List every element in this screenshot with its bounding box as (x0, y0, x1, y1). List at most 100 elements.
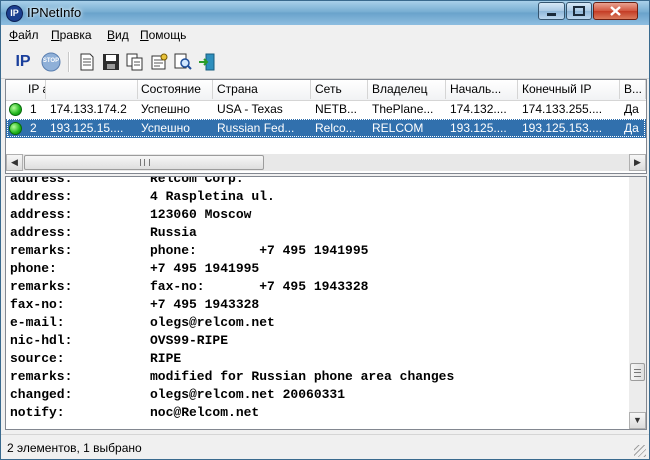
whois-line: source: RIPE (10, 350, 622, 368)
whois-value: noc@Relcom.net (150, 405, 260, 420)
copy-icon (126, 53, 143, 71)
whois-value: +7 495 1941995 (150, 261, 260, 276)
new-lookup-button[interactable] (77, 52, 97, 72)
lookup-ip-button[interactable]: IP (13, 52, 33, 72)
whois-key: notify: (10, 405, 65, 420)
app-window: IP IPNetInfo Файл Правка Вид Помощь IP S… (0, 0, 650, 460)
cell-status: Успешно (141, 102, 190, 116)
find-icon (174, 53, 192, 70)
title-bar[interactable]: IP IPNetInfo (1, 1, 649, 25)
cell-owner: ThePlane... (372, 102, 434, 116)
minimize-icon (547, 13, 556, 16)
whois-key: address: (10, 225, 73, 240)
row-index: 1 (30, 102, 37, 116)
whois-text-pane[interactable]: address: Relcom Corp. address: 4 Raspletina… (5, 176, 647, 430)
results-list[interactable]: IP адрес Состояние Страна Сеть Владелец … (5, 79, 647, 174)
column-header-start-ip[interactable]: Началь... (446, 80, 518, 99)
whois-lines: address: Relcom Corp. address: 4 Raspletina… (10, 176, 622, 422)
whois-line: notify: noc@Relcom.net (10, 404, 622, 422)
column-header-owner[interactable]: Владелец (368, 80, 446, 99)
menu-edit[interactable]: Правка (51, 28, 92, 42)
whois-key: remarks: (10, 279, 73, 294)
column-header-ip-ext (46, 80, 136, 99)
whois-key: remarks: (10, 243, 73, 258)
maximize-icon (573, 6, 585, 16)
exit-button[interactable] (197, 52, 217, 72)
toolbar: IP STOP (1, 46, 649, 79)
whois-key: phone: (10, 261, 57, 276)
menu-help[interactable]: Помощь (140, 28, 186, 42)
list-header: IP адрес Состояние Страна Сеть Владелец … (6, 80, 646, 101)
close-icon (610, 6, 621, 16)
scroll-grip-icon (140, 159, 150, 166)
cell-ip: 174.133.174.2 (50, 102, 127, 116)
column-header-country[interactable]: Страна (213, 80, 311, 99)
column-header-ip[interactable]: IP адрес (6, 80, 46, 99)
scroll-left-button[interactable]: ◀ (6, 154, 23, 171)
vertical-scroll-thumb[interactable] (630, 363, 645, 381)
whois-key: remarks: (10, 369, 73, 384)
whois-value: 123060 Moscow (150, 207, 252, 222)
scroll-right-button[interactable]: ▶ (629, 154, 646, 171)
resize-grip-icon[interactable] (634, 445, 646, 457)
whois-key: nic-hdl: (10, 333, 73, 348)
exit-icon (199, 53, 215, 71)
cell-end-ip: 174.133.255.... (522, 102, 603, 116)
status-ok-icon (9, 103, 22, 116)
column-header-v[interactable]: В... (620, 80, 646, 99)
whois-line: address: 4 Raspletina ul. (10, 188, 622, 206)
whois-value: olegs@relcom.net (150, 315, 275, 330)
cell-start-ip: 174.132.... (450, 102, 507, 116)
whois-line: address: Russia (10, 224, 622, 242)
whois-key: e-mail: (10, 315, 65, 330)
app-icon[interactable]: IP (6, 5, 23, 22)
column-header-status[interactable]: Состояние (137, 80, 213, 99)
minimize-button[interactable] (538, 2, 565, 20)
column-header-network[interactable]: Сеть (311, 80, 368, 99)
menu-view[interactable]: Вид (107, 28, 129, 42)
whois-line: remarks: fax-no: +7 495 1943328 (10, 278, 622, 296)
cell-v: Да (624, 121, 639, 135)
save-button[interactable] (101, 52, 121, 72)
vertical-scrollbar[interactable]: ▼ (629, 177, 646, 429)
cell-network: Relco... (315, 121, 356, 135)
toolbar-separator (68, 52, 70, 72)
stop-label: STOP (42, 58, 60, 64)
menu-file[interactable]: Файл (9, 28, 39, 42)
window-title: IPNetInfo (27, 5, 82, 20)
find-button[interactable] (173, 52, 193, 72)
cell-country: USA - Texas (217, 102, 283, 116)
whois-line: address: 123060 Moscow (10, 206, 622, 224)
cell-end-ip: 193.125.153.... (522, 121, 603, 135)
whois-line: fax-no: +7 495 1943328 (10, 296, 622, 314)
whois-value: phone: +7 495 1941995 (150, 243, 369, 258)
table-row[interactable]: 1 174.133.174.2 Успешно USA - Texas NETB… (6, 100, 646, 119)
whois-key: changed: (10, 387, 73, 402)
ip-icon: IP (15, 53, 31, 70)
menu-bar: Файл Правка Вид Помощь (1, 25, 649, 45)
whois-key: address: (10, 189, 73, 204)
status-ok-icon (9, 122, 22, 135)
maximize-button[interactable] (566, 2, 592, 20)
copy-button[interactable] (125, 52, 145, 72)
whois-key: address: (10, 176, 73, 186)
whois-key: address: (10, 207, 73, 222)
table-row-selected[interactable]: 2 193.125.15.... Успешно Russian Fed... … (6, 119, 646, 138)
horizontal-scrollbar[interactable]: ◀ ▶ (6, 154, 646, 171)
horizontal-scroll-thumb[interactable] (24, 155, 264, 170)
whois-value: olegs@relcom.net 20060331 (150, 387, 346, 402)
document-icon (80, 53, 94, 71)
stop-button[interactable]: STOP (41, 52, 61, 72)
row-index: 2 (30, 121, 37, 135)
whois-line: remarks: phone: +7 495 1941995 (10, 242, 622, 260)
whois-value: fax-no: +7 495 1943328 (150, 279, 369, 294)
whois-line: nic-hdl: OVS99-RIPE (10, 332, 622, 350)
whois-key: source: (10, 351, 65, 366)
status-text: 2 элементов, 1 выбрано (7, 441, 142, 455)
column-header-end-ip[interactable]: Конечный IP (518, 80, 620, 99)
whois-value: +7 495 1943328 (150, 297, 260, 312)
properties-button[interactable] (149, 52, 169, 72)
whois-line: address: Relcom Corp. (10, 176, 622, 188)
close-button[interactable] (593, 2, 638, 20)
scroll-down-button[interactable]: ▼ (629, 412, 646, 429)
